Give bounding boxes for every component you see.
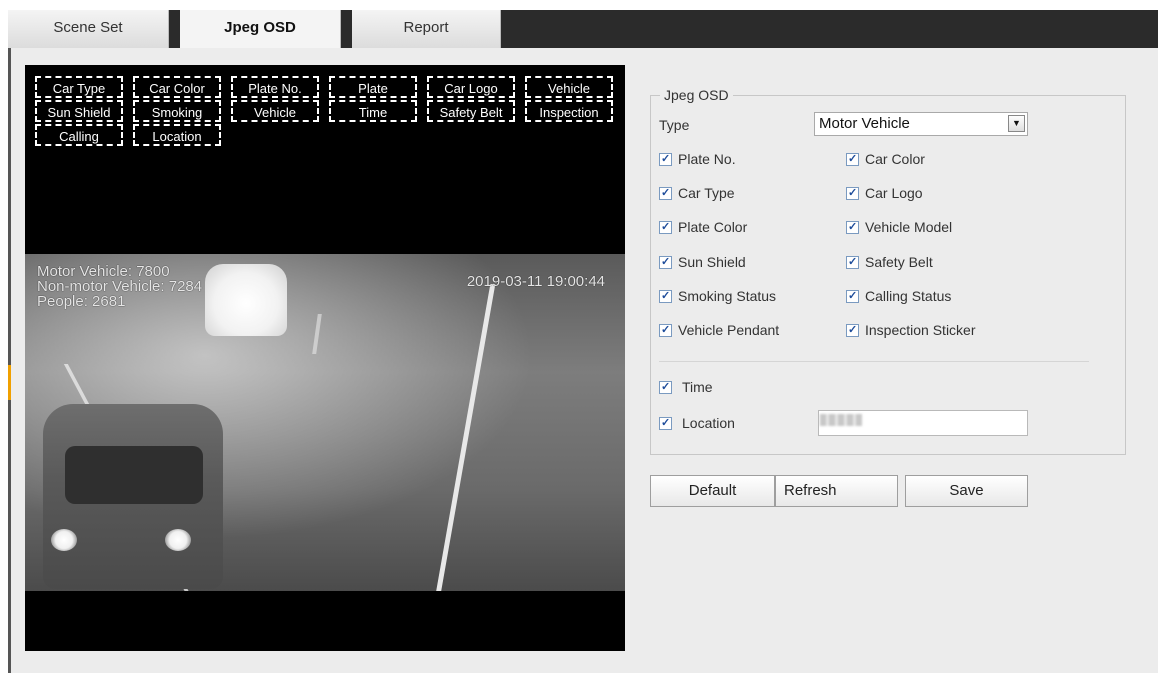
checkbox-inspection-sticker[interactable]: Inspection Sticker [846,321,976,339]
checkbox-checked-icon[interactable] [846,184,859,202]
divider [659,361,1089,362]
checkbox-label: Car Color [865,151,925,167]
checkbox-label: Car Logo [865,185,923,201]
left-edge-marker [8,365,11,400]
checkbox-checked-icon[interactable] [846,150,859,168]
checkbox-label: Vehicle Model [865,219,953,235]
tab-jpeg-osd[interactable]: Jpeg OSD [180,10,341,48]
checkbox-label: Vehicle Pendant [678,322,780,338]
osd-box-vehicle-2[interactable]: Vehicle [231,100,319,122]
osd-box-safety-belt[interactable]: Safety Belt [427,100,515,122]
fieldset-legend: Jpeg OSD [660,87,733,103]
checkbox-car-type[interactable]: Car Type [659,184,735,202]
overlay-motor-vehicle: Motor Vehicle: 7800 [37,263,170,280]
tab-scene-set[interactable]: Scene Set [8,10,169,48]
osd-box-car-color[interactable]: Car Color [133,76,221,98]
checkbox-label: Calling Status [865,288,952,304]
jpeg-osd-fieldset [650,95,1126,455]
headlight-left [51,529,77,551]
osd-box-smoking[interactable]: Smoking [133,100,221,122]
osd-box-car-logo[interactable]: Car Logo [427,76,515,98]
checkbox-plate-no[interactable]: Plate No. [659,150,736,168]
checkbox-sun-shield[interactable]: Sun Shield [659,253,746,271]
location-redacted-value [820,414,862,426]
lane-line [435,284,496,591]
checkbox-car-logo[interactable]: Car Logo [846,184,923,202]
checkbox-smoking-status[interactable]: Smoking Status [659,287,776,305]
grey-minivan [43,404,223,589]
checkbox-label: Sun Shield [678,254,746,270]
checkbox-label: Location [682,415,735,431]
checkbox-safety-belt[interactable]: Safety Belt [846,253,933,271]
osd-box-plate[interactable]: Plate [329,76,417,98]
chevron-down-icon[interactable]: ▼ [1008,115,1025,132]
checkbox-checked-icon[interactable] [846,253,859,271]
checkbox-checked-icon[interactable] [659,321,672,339]
osd-box-calling[interactable]: Calling [35,124,123,146]
windshield [65,446,203,504]
checkbox-location[interactable]: Location [659,414,735,432]
checkbox-checked-icon[interactable] [846,287,859,305]
overlay-non-motor-vehicle: Non-motor Vehicle: 7284 [37,278,203,295]
checkbox-label: Plate Color [678,219,748,235]
checkbox-label: Smoking Status [678,288,777,304]
checkbox-label: Plate No. [678,151,736,167]
refresh-button[interactable]: Refresh [775,475,898,507]
checkbox-vehicle-model[interactable]: Vehicle Model [846,218,952,236]
osd-box-sun-shield[interactable]: Sun Shield [35,100,123,122]
checkbox-checked-icon[interactable] [659,287,672,305]
save-button[interactable]: Save [905,475,1028,507]
type-label: Type [659,117,690,133]
osd-box-time[interactable]: Time [329,100,417,122]
checkbox-label: Time [682,379,713,395]
checkbox-checked-icon[interactable] [659,414,672,432]
checkbox-label: Car Type [678,185,735,201]
checkbox-label: Safety Belt [865,254,933,270]
camera-snapshot: Motor Vehicle: 7800 Non-motor Vehicle: 7… [25,254,625,591]
checkbox-car-color[interactable]: Car Color [846,150,925,168]
overlay-timestamp: 2019-03-11 19:00:44 [466,273,605,290]
checkbox-calling-status[interactable]: Calling Status [846,287,951,305]
checkbox-checked-icon[interactable] [659,150,672,168]
checkbox-vehicle-pendant[interactable]: Vehicle Pendant [659,321,779,339]
headlight-right [165,529,191,551]
checkbox-checked-icon[interactable] [659,218,672,236]
lane-line [312,314,322,354]
type-select[interactable]: Motor Vehicle ▼ [814,112,1028,136]
osd-box-vehicle[interactable]: Vehicle [525,76,613,98]
osd-box-inspection[interactable]: Inspection [525,100,613,122]
default-button[interactable]: Default [650,475,775,507]
osd-box-plate-no[interactable]: Plate No. [231,76,319,98]
checkbox-checked-icon[interactable] [659,378,672,396]
tab-report[interactable]: Report [352,10,501,48]
checkbox-plate-color[interactable]: Plate Color [659,218,747,236]
checkbox-checked-icon[interactable] [846,218,859,236]
checkbox-checked-icon[interactable] [846,321,859,339]
checkbox-checked-icon[interactable] [659,184,672,202]
white-car [205,264,287,336]
osd-box-location[interactable]: Location [133,124,221,146]
overlay-people: People: 2681 [37,293,126,310]
checkbox-checked-icon[interactable] [659,253,672,271]
tab-bar: Scene Set Jpeg OSD Report [8,10,1158,48]
checkbox-time[interactable]: Time [659,378,713,396]
osd-preview: Car Type Car Color Plate No. Plate Car L… [25,65,625,651]
type-select-value: Motor Vehicle [819,115,910,132]
osd-box-car-type[interactable]: Car Type [35,76,123,98]
left-edge-bar [8,48,11,673]
checkbox-label: Inspection Sticker [865,322,976,338]
main-frame: Scene Set Jpeg OSD Report Car Type Car C… [8,10,1158,673]
